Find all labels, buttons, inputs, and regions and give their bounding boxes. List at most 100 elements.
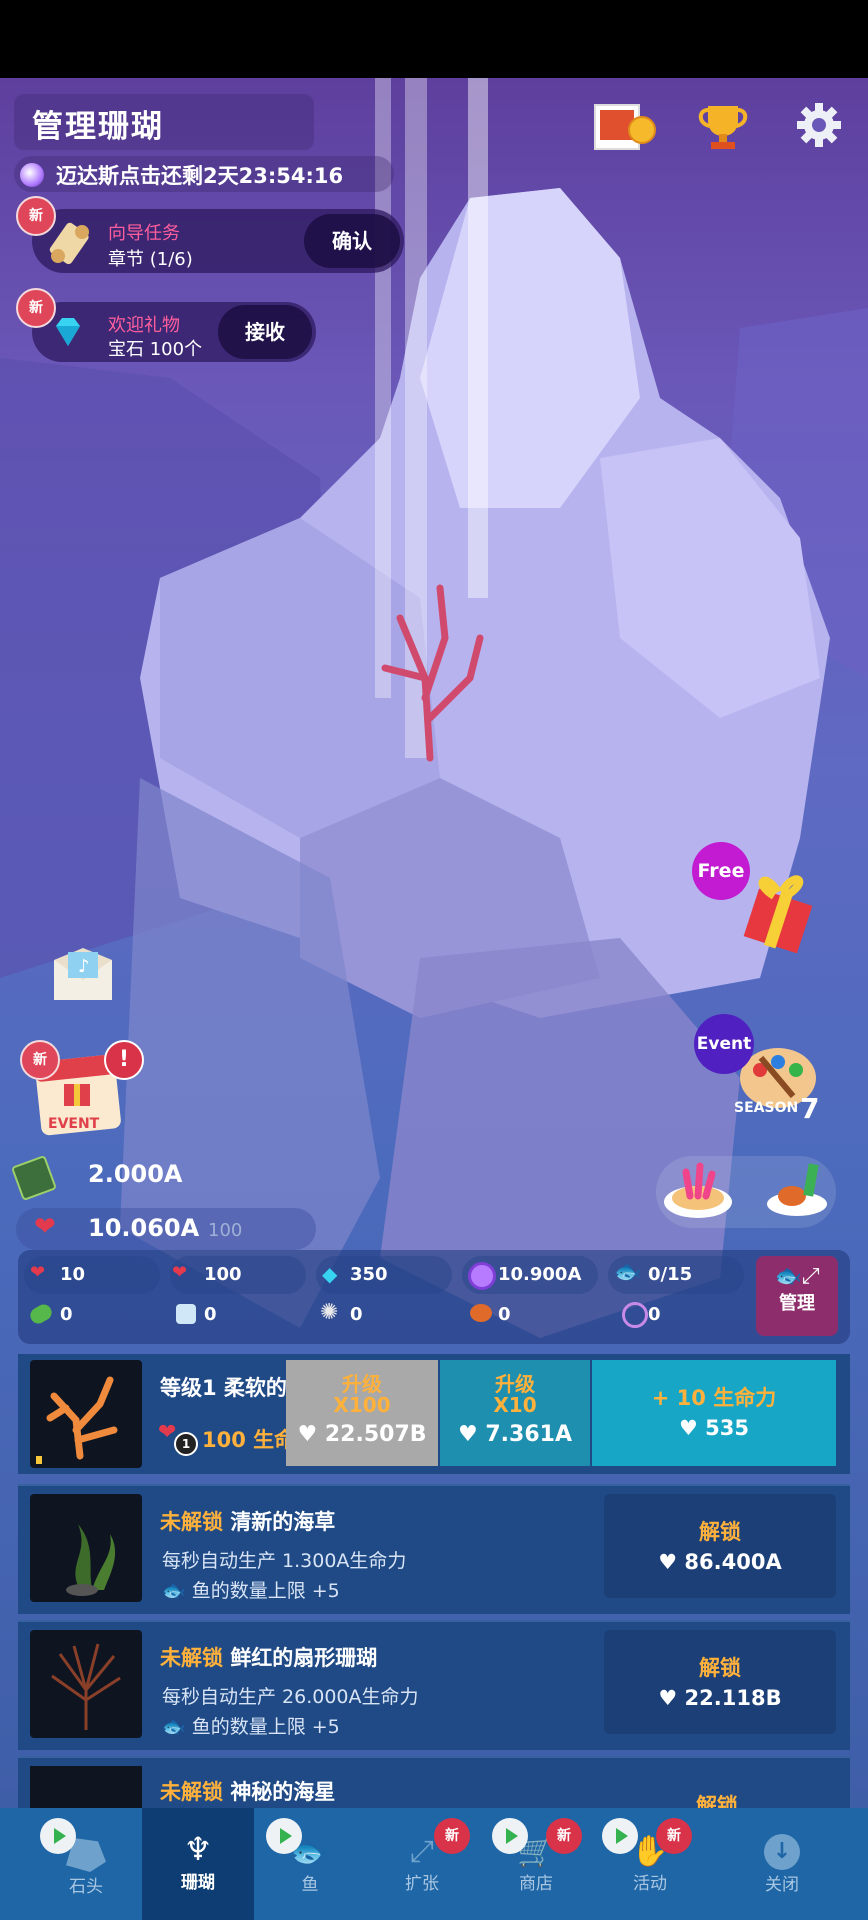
alert-badge: ! bbox=[104, 1040, 144, 1080]
gold-value: 2.000A bbox=[88, 1160, 183, 1188]
res-ice: 0 bbox=[204, 1304, 217, 1325]
shrimp-res-icon bbox=[622, 1302, 648, 1328]
play-video-icon[interactable] bbox=[602, 1818, 638, 1854]
up10-label: 升级 bbox=[495, 1372, 535, 1396]
gift-title: 欢迎礼物 bbox=[108, 315, 180, 336]
unlock-cost: 86.400A bbox=[684, 1550, 782, 1574]
nav-close[interactable]: ↓ 关闭 bbox=[726, 1808, 838, 1920]
nav-label: 扩张 bbox=[405, 1874, 439, 1894]
gem-icon bbox=[48, 312, 88, 352]
upgrade-x10-button[interactable]: 升级 X10 ♥ 7.361A bbox=[440, 1360, 590, 1466]
production-text: 每秒自动生产 1.300A生命力 bbox=[162, 1550, 407, 1572]
down-arrow-icon: ↓ bbox=[764, 1834, 800, 1870]
heart-level-icon: ❤ bbox=[172, 1262, 188, 1283]
trophy-icon[interactable] bbox=[696, 100, 750, 154]
receive-button[interactable]: 接收 bbox=[218, 305, 312, 359]
fish-icon: 🐟 bbox=[162, 1580, 192, 1602]
nav-label: 活动 bbox=[633, 1874, 667, 1894]
item-name: 清新的海草 bbox=[230, 1510, 336, 1534]
up100-label: 升级 bbox=[342, 1372, 382, 1396]
free-badge[interactable]: Free bbox=[692, 842, 750, 900]
season-label: SEASON bbox=[734, 1100, 799, 1116]
fish-icon: 🐟 bbox=[614, 1260, 642, 1285]
add-life-button[interactable]: + 10 生命力 ♥ 535 bbox=[592, 1360, 836, 1466]
nav-coral[interactable]: ♆ 珊瑚 bbox=[142, 1808, 254, 1920]
up10-cost: 7.361A bbox=[485, 1422, 572, 1447]
crab-icon[interactable] bbox=[762, 1156, 832, 1222]
res-crab: 0 bbox=[498, 1304, 511, 1325]
event-card-text: EVENT bbox=[48, 1116, 100, 1132]
new-badge: 新 bbox=[656, 1818, 692, 1854]
midas-icon bbox=[20, 163, 44, 187]
manage-button[interactable]: 🐟⤢ 管理 bbox=[756, 1256, 838, 1336]
unlock-button[interactable]: 解锁 ♥ 86.400A bbox=[604, 1494, 836, 1598]
res-shrimp: 0 bbox=[648, 1304, 661, 1325]
coral-cost-label: 100 生命 bbox=[202, 1428, 296, 1452]
nav-label: 珊瑚 bbox=[181, 1873, 215, 1893]
res-fish-count: 0/15 bbox=[648, 1264, 693, 1285]
res-gems: 350 bbox=[350, 1264, 388, 1285]
heart-icon: ♥ bbox=[679, 1416, 706, 1440]
lock-status: 未解锁 bbox=[160, 1646, 223, 1670]
status-bar bbox=[0, 0, 868, 78]
gift-subtitle: 宝石 100个 bbox=[108, 339, 203, 360]
fish-icon: 🐟 bbox=[162, 1716, 192, 1738]
unlock-label: 解锁 bbox=[699, 1656, 741, 1680]
fish-limit-text: 鱼的数量上限 +5 bbox=[191, 1716, 340, 1738]
nav-label: 商店 bbox=[519, 1874, 553, 1894]
life-button-label: + 10 生命力 bbox=[651, 1386, 777, 1410]
new-badge: 新 bbox=[434, 1818, 470, 1854]
confirm-button[interactable]: 确认 bbox=[304, 214, 400, 268]
svg-text:♪: ♪ bbox=[78, 956, 90, 977]
coral-icon: ♆ bbox=[183, 1830, 213, 1868]
nav-label: 石头 bbox=[69, 1877, 103, 1897]
ice-res-icon bbox=[176, 1304, 196, 1324]
play-video-icon[interactable] bbox=[40, 1818, 76, 1854]
new-badge: 新 bbox=[16, 196, 56, 236]
coral-shop-icon[interactable] bbox=[660, 1152, 736, 1222]
up10-mult: X10 bbox=[493, 1393, 537, 1417]
gallery-achievement-icon[interactable] bbox=[594, 100, 656, 154]
tap-heart-icon: ❤ bbox=[30, 1262, 46, 1283]
lock-status: 未解锁 bbox=[160, 1510, 223, 1534]
soft-coral-thumbnail bbox=[30, 1360, 142, 1468]
life-value: 10.060A bbox=[88, 1214, 200, 1242]
coral-name: 等级1 柔软的 bbox=[160, 1376, 287, 1400]
mail-music-icon[interactable]: ♪ bbox=[48, 946, 120, 1008]
fish-limit-text: 鱼的数量上限 +5 bbox=[191, 1580, 340, 1602]
up100-mult: X100 bbox=[333, 1393, 391, 1417]
pearl-icon bbox=[468, 1262, 496, 1290]
event-badge[interactable]: Event bbox=[694, 1014, 754, 1074]
new-badge: 新 bbox=[20, 1040, 60, 1080]
unlock-button[interactable]: 解锁 ♥ 22.118B bbox=[604, 1630, 836, 1734]
level-badge: 1 bbox=[174, 1432, 198, 1456]
lock-status: 未解锁 bbox=[160, 1780, 223, 1804]
new-badge: 新 bbox=[16, 288, 56, 328]
res-pearls: 10.900A bbox=[498, 1264, 582, 1285]
unlock-label: 解锁 bbox=[699, 1520, 741, 1544]
heart-icon: ♥ bbox=[658, 1550, 685, 1574]
season-number: 7 bbox=[800, 1092, 820, 1125]
gem-icon: ◆ bbox=[322, 1262, 338, 1286]
play-video-icon[interactable] bbox=[492, 1818, 528, 1854]
fish-expand-icon: 🐟⤢ bbox=[774, 1264, 820, 1289]
nav-label: 鱼 bbox=[301, 1875, 319, 1895]
life-button-cost: 535 bbox=[705, 1416, 749, 1440]
settings-gear-icon[interactable] bbox=[794, 100, 848, 154]
upgrade-x100-button[interactable]: 升级 X100 ♥ 22.507B bbox=[286, 1360, 438, 1466]
heart-icon: ❤ bbox=[34, 1212, 56, 1242]
play-video-icon[interactable] bbox=[266, 1818, 302, 1854]
heart-icon: ♥ bbox=[297, 1422, 325, 1447]
nav-label: 关闭 bbox=[765, 1875, 799, 1895]
item-name: 神秘的海星 bbox=[230, 1780, 336, 1804]
up100-cost: 22.507B bbox=[324, 1422, 427, 1447]
new-badge: 新 bbox=[546, 1818, 582, 1854]
res-tap-life: 10 bbox=[60, 1264, 86, 1285]
starfish-thumbnail bbox=[30, 1766, 142, 1808]
res-urchin: 0 bbox=[350, 1304, 363, 1325]
task-title: 向导任务 bbox=[108, 223, 180, 244]
seaweed-thumbnail bbox=[30, 1494, 142, 1602]
res-heart-level: 100 bbox=[204, 1264, 242, 1285]
heart-icon: ♥ bbox=[457, 1422, 486, 1447]
fan-coral-thumbnail bbox=[30, 1630, 142, 1738]
